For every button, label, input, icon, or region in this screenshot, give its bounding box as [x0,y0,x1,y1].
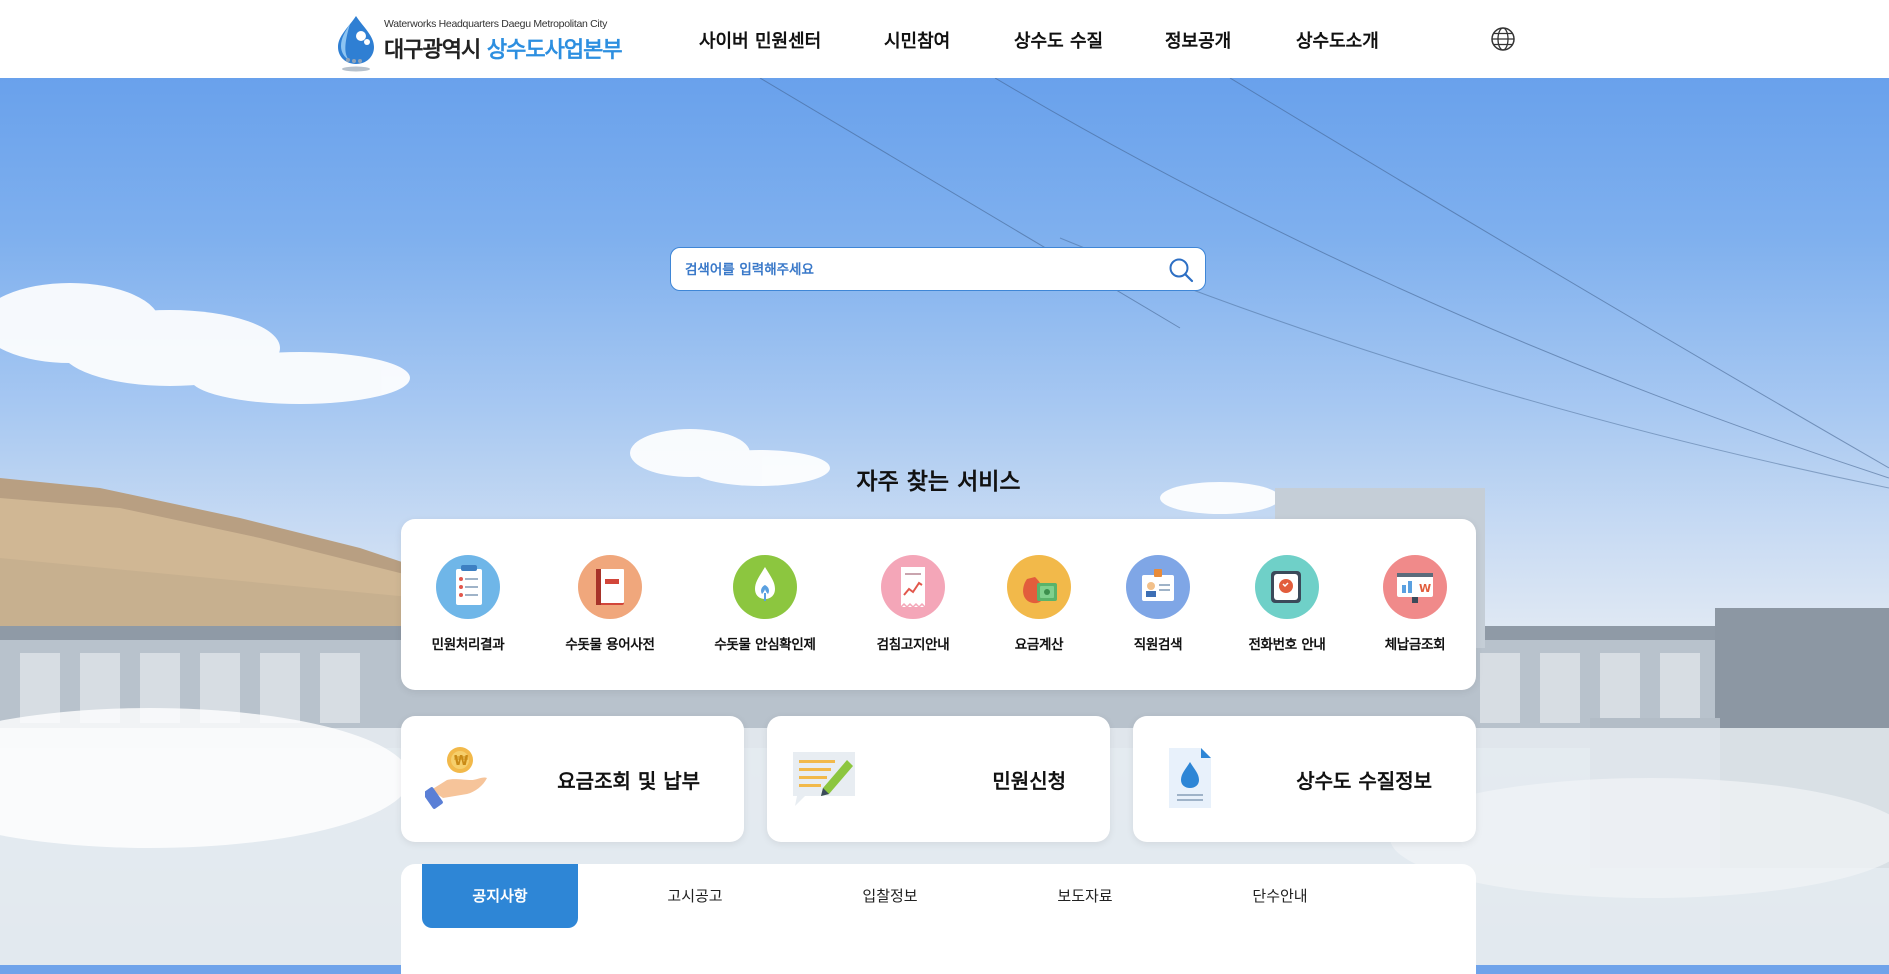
search-input[interactable] [683,256,1147,284]
water-document-icon [1169,748,1211,808]
nav-item-citizen-participation[interactable]: 시민참여 [884,27,950,53]
frequent-services-panel: 민원처리결과 수돗물 용어사전 수돗물 안심확인제 검침고지안내 요금계산 직원… [401,519,1476,690]
service-water-glossary[interactable]: 수돗물 용어사전 [540,555,680,653]
nav-item-information-disclosure[interactable]: 정보공개 [1165,27,1231,53]
card-label: 상수도 수질정보 [1296,769,1432,793]
coin-hand-icon: ₩ [425,747,487,809]
card-fee-inquiry-payment[interactable]: ₩ 요금조회 및 납부 [401,716,744,842]
logo-subtitle: Waterworks Headquarters Daegu Metropolit… [384,18,608,30]
memo-pencil-icon [793,752,855,806]
phone-icon [1255,555,1319,619]
service-arrears-inquiry[interactable]: W 체납금조회 [1345,555,1485,653]
site-logo[interactable]: Waterworks Headquarters Daegu Metropolit… [334,14,623,72]
service-label: 직원검색 [1133,637,1183,653]
tab-water-outage-notice[interactable]: 단수안내 [1202,864,1358,928]
tab-press-release[interactable]: 보도자료 [1007,864,1163,928]
nav-item-cyber-civil-center[interactable]: 사이버 민원센터 [699,27,821,53]
service-label: 전화번호 안내 [1248,637,1326,653]
checklist-icon [436,555,500,619]
id-card-icon [1126,555,1190,619]
money-bag-icon [1007,555,1071,619]
logo-title: 대구광역시 상수도사업본부 [384,38,623,63]
service-label: 수돗물 안심확인제 [714,637,816,653]
site-header: Waterworks Headquarters Daegu Metropolit… [0,0,1889,78]
service-water-safety-check[interactable]: 수돗물 안심확인제 [695,555,835,653]
board-tabs: 공지사항 고시공고 입찰정보 보도자료 단수안내 [401,864,1476,974]
bill-chart-icon [881,555,945,619]
service-label: 수돗물 용어사전 [565,637,655,653]
nav-item-about-waterworks[interactable]: 상수도소개 [1296,27,1379,53]
svg-text:W: W [1419,582,1431,595]
frequent-services-title: 자주 찾는 서비스 [856,469,1021,495]
service-complaint-result[interactable]: 민원처리결과 [398,555,538,653]
service-phone-directory[interactable]: 전화번호 안내 [1217,555,1357,653]
service-label: 체납금조회 [1384,637,1446,653]
search-icon[interactable] [1167,256,1195,284]
search-bar [670,247,1206,291]
svg-text:₩: ₩ [454,754,469,769]
service-meter-reading-notice[interactable]: 검침고지안내 [843,555,983,653]
service-staff-search[interactable]: 직원검색 [1088,555,1228,653]
card-water-quality-info[interactable]: 상수도 수질정보 [1133,716,1476,842]
service-label: 검침고지안내 [876,637,950,653]
tab-public-announcement[interactable]: 고시공고 [617,864,773,928]
monitor-won-icon: W [1383,555,1447,619]
tab-bid-info[interactable]: 입찰정보 [812,864,968,928]
card-label: 민원신청 [992,769,1066,793]
book-icon [578,555,642,619]
tab-notice[interactable]: 공지사항 [422,864,578,928]
service-label: 민원처리결과 [431,637,505,653]
card-civil-application[interactable]: 민원신청 [767,716,1110,842]
water-drop-logo-icon [338,16,374,72]
nav-item-water-quality[interactable]: 상수도 수질 [1014,27,1103,53]
globe-icon[interactable] [1490,26,1516,52]
card-label: 요금조회 및 납부 [557,769,700,793]
water-drop-leaf-icon [733,555,797,619]
